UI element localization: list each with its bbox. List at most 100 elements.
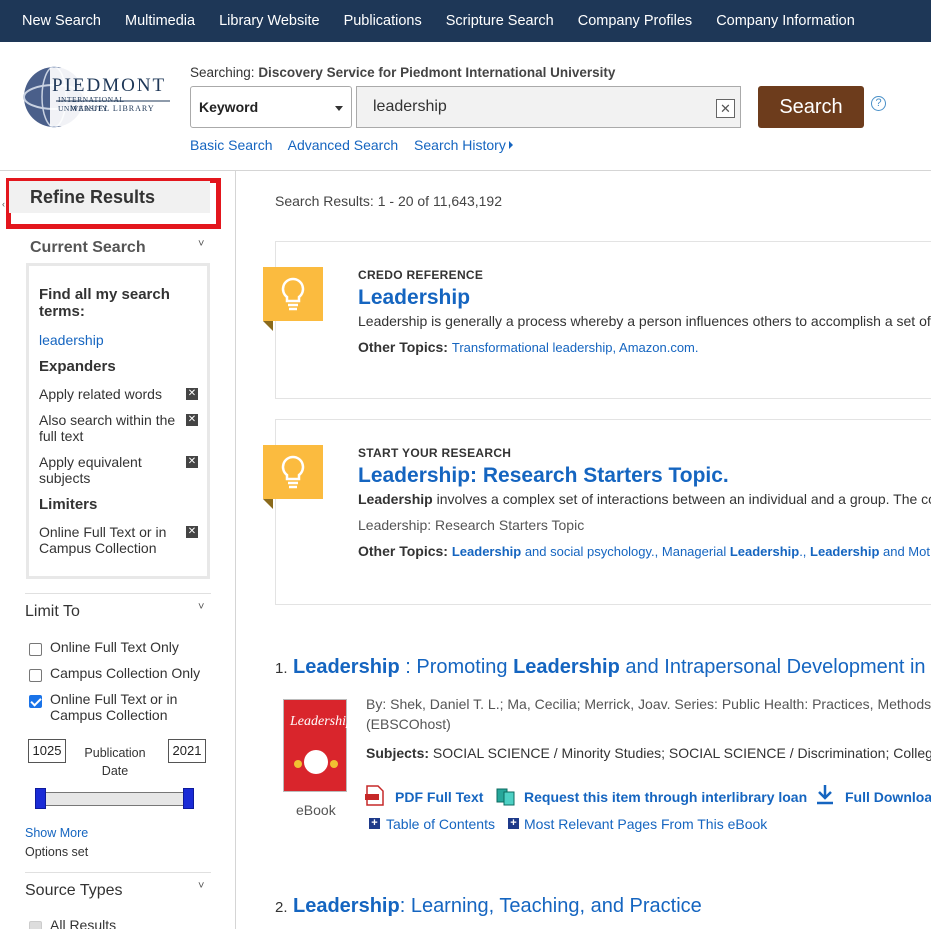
card-description: Leadership involves a complex set of int… (358, 491, 931, 507)
checkbox-full-text-only[interactable] (29, 643, 42, 656)
advanced-search-link[interactable]: Advanced Search (288, 137, 399, 153)
download-icon[interactable] (815, 784, 835, 806)
expand-plus-icon[interactable]: + (369, 818, 380, 829)
limit-to-title[interactable]: Limit To (25, 603, 80, 621)
refine-results-title: Refine Results (30, 187, 156, 207)
logo-line-1: PIEDMONT (52, 75, 167, 96)
other-topics-link[interactable]: Leadership and social psychology., Manag… (452, 544, 930, 559)
nav-publications[interactable]: Publications (344, 13, 422, 29)
current-search-box: Find all my search terms: leadership Exp… (26, 263, 210, 579)
date-to-input[interactable]: 2021 (168, 739, 206, 763)
caret-down-icon (335, 106, 343, 111)
date-slider-handle-end[interactable] (183, 788, 194, 809)
book-cover-thumbnail[interactable]: Leadership (283, 699, 353, 792)
flower-emblem-icon (304, 750, 328, 774)
results-count: Search Results: 1 - 20 of 11,643,192 (275, 193, 502, 209)
table-of-contents-link[interactable]: Table of Contents (386, 816, 495, 832)
lightbulb-icon (263, 445, 323, 499)
show-more-link[interactable]: Show More (25, 826, 88, 840)
result-source: (EBSCOhost) (366, 716, 451, 732)
nav-library-website[interactable]: Library Website (219, 13, 319, 29)
library-logo[interactable]: PIEDMONT INTERNATIONAL UNIVERSITY MANUEL… (22, 66, 172, 128)
label-full-text-or-campus[interactable]: Online Full Text or in Campus Collection (50, 691, 200, 723)
result-authors: By: Shek, Daniel T. L.; Ma, Cecilia; Mer… (366, 696, 931, 712)
label-campus-only[interactable]: Campus Collection Only (50, 665, 200, 681)
card-subtitle: Leadership: Research Starters Topic (358, 517, 585, 533)
current-search-title[interactable]: Current Search (30, 239, 146, 257)
date-slider-track[interactable] (40, 792, 190, 806)
top-nav: New Search Multimedia Library Website Pu… (0, 0, 931, 42)
nav-multimedia[interactable]: Multimedia (125, 13, 195, 29)
expand-plus-icon[interactable]: + (508, 818, 519, 829)
find-all-label: Find all my search terms: (39, 286, 170, 320)
other-topics-link[interactable]: Transformational leadership, Amazon.com. (452, 340, 699, 355)
chevron-down-icon[interactable]: ˅ (198, 601, 204, 613)
publication-date-label: Publication Date (84, 746, 146, 778)
pdf-full-text-link[interactable]: PDF Full Text (395, 789, 483, 805)
nav-company-profiles[interactable]: Company Profiles (578, 13, 692, 29)
refine-results-header: Refine Results (9, 181, 210, 213)
card-title-link[interactable]: Leadership: Research Starters Topic. (358, 464, 729, 488)
label-full-text-only[interactable]: Online Full Text Only (50, 639, 179, 655)
search-term-link[interactable]: leadership (39, 332, 104, 348)
remove-limiter-icon[interactable]: ✕ (186, 526, 198, 538)
expander-related-words: Apply related words (39, 386, 162, 402)
checkbox-campus-only[interactable] (29, 669, 42, 682)
label-all-results[interactable]: All Results (50, 917, 116, 929)
bulb-fold (263, 499, 273, 509)
refine-sidebar: ‹ Refine Results Current Search ˅ Find a… (0, 171, 236, 929)
nav-new-search[interactable]: New Search (22, 13, 101, 29)
divider (25, 593, 211, 594)
interlibrary-loan-link[interactable]: Request this item through interlibrary l… (524, 789, 807, 805)
card-kicker: START YOUR RESEARCH (358, 446, 512, 460)
remove-expander-icon[interactable]: ✕ (186, 456, 198, 468)
divider (25, 872, 211, 873)
basic-search-link[interactable]: Basic Search (190, 137, 272, 153)
bulb-fold (263, 321, 273, 331)
search-field-select[interactable]: Keyword (190, 86, 352, 128)
search-history-link[interactable]: Search History (414, 137, 513, 153)
search-input[interactable]: leadership ✕ (356, 86, 741, 128)
interlibrary-loan-icon[interactable] (496, 786, 516, 806)
lightbulb-icon (263, 267, 323, 321)
nav-scripture-search[interactable]: Scripture Search (446, 13, 554, 29)
triangle-right-icon (508, 141, 513, 149)
search-button[interactable]: Search (758, 86, 864, 128)
expanders-title: Expanders (39, 358, 116, 375)
result-title-link[interactable]: Leadership : Promoting Leadership and In… (293, 656, 926, 679)
card-description: Leadership is generally a process whereb… (358, 313, 931, 329)
date-from-input[interactable]: 1025 (28, 739, 66, 763)
card-title-link[interactable]: Leadership (358, 286, 470, 310)
date-slider-handle-start[interactable] (35, 788, 46, 809)
searching-label: Searching: Discovery Service for Piedmon… (190, 65, 616, 80)
collapse-sidebar-icon[interactable]: ‹ (2, 199, 5, 209)
logo-line-3: MANUEL LIBRARY (70, 104, 155, 113)
search-links: Basic Search Advanced Search Search Hist… (190, 137, 525, 153)
help-icon[interactable]: ? (871, 96, 886, 111)
chevron-down-icon[interactable]: ˅ (198, 880, 204, 892)
remove-expander-icon[interactable]: ✕ (186, 414, 198, 426)
expander-equivalent-subjects: Apply equivalent subjects (39, 454, 142, 486)
card-other-topics: Other Topics: Transformational leadershi… (358, 339, 699, 355)
full-download-link[interactable]: Full Downloa (845, 789, 931, 805)
limiters-title: Limiters (39, 496, 98, 513)
card-kicker: CREDO REFERENCE (358, 268, 484, 282)
pdf-icon[interactable] (365, 785, 384, 806)
clear-search-icon[interactable]: ✕ (716, 99, 735, 118)
nav-company-information[interactable]: Company Information (716, 13, 855, 29)
search-query-text: leadership (373, 98, 447, 115)
result-title-link[interactable]: Leadership: Learning, Teaching, and Prac… (293, 895, 702, 918)
checkbox-all-results[interactable] (29, 921, 42, 929)
chevron-down-icon[interactable]: ˅ (198, 238, 204, 250)
source-types-title[interactable]: Source Types (25, 882, 123, 900)
result-subjects: Subjects: SOCIAL SCIENCE / Minority Stud… (366, 745, 931, 761)
relevant-pages-link[interactable]: Most Relevant Pages From This eBook (524, 816, 767, 832)
checkbox-full-text-or-campus[interactable] (29, 695, 42, 708)
format-label: eBook (296, 802, 336, 818)
expander-full-text: Also search within the full text (39, 412, 176, 444)
book-cover-title: Leadership (290, 714, 353, 729)
limiter-full-text-campus: Online Full Text or in Campus Collection (39, 524, 167, 556)
card-other-topics: Other Topics: Leadership and social psyc… (358, 543, 930, 559)
remove-expander-icon[interactable]: ✕ (186, 388, 198, 400)
search-header: PIEDMONT INTERNATIONAL UNIVERSITY MANUEL… (0, 42, 931, 171)
